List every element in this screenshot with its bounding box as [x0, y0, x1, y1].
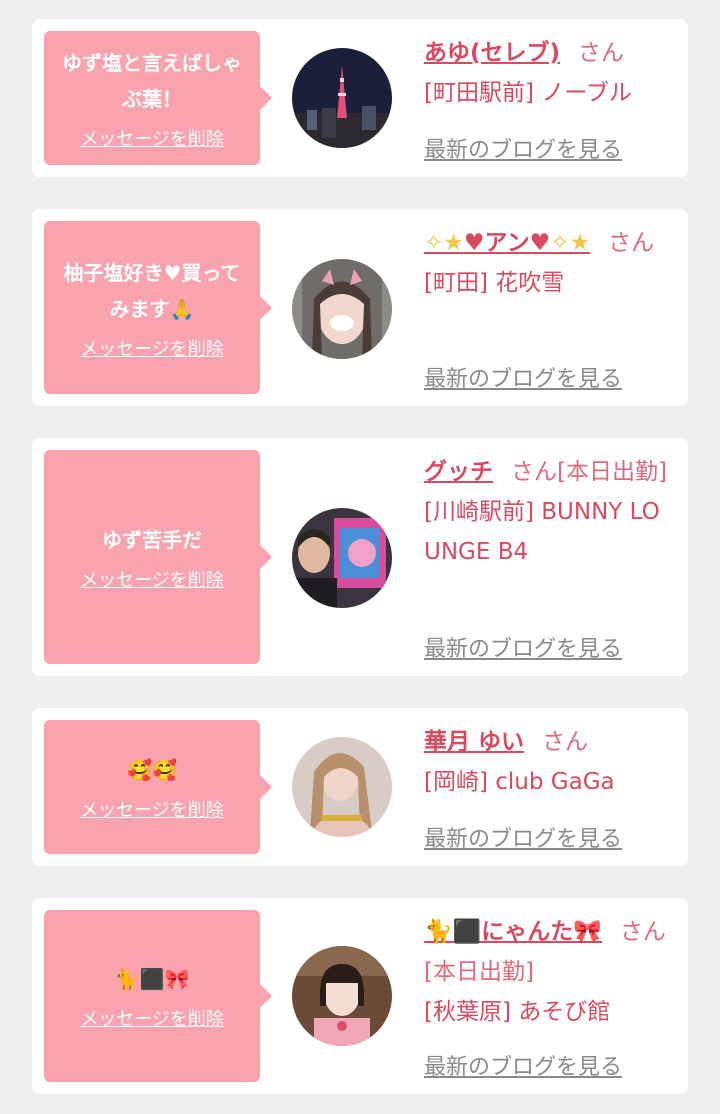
- sender-name-link[interactable]: グッチ: [424, 459, 493, 485]
- avatar[interactable]: [292, 259, 392, 359]
- latest-blog-link[interactable]: 最新のブログを見る: [424, 821, 622, 853]
- sender-name-link[interactable]: 華月 ゆい: [424, 729, 524, 755]
- message-text: ゆず塩と言えばしゃぶ葉！: [62, 51, 242, 111]
- delete-message-link[interactable]: メッセージを削除: [80, 1005, 224, 1031]
- shop-name: [町田] 花吹雪: [424, 270, 565, 296]
- message-bubble: 🐈⬛🎀 メッセージを削除: [44, 910, 272, 1082]
- message-card: 🥰🥰 メッセージを削除 華月 ゆい さん [岡崎] club GaGa 最新のブロ…: [32, 708, 688, 866]
- shop-name: [岡崎] club GaGa: [424, 769, 615, 795]
- shop-name: [川崎駅前] BUNNY LOUNGE B4: [424, 499, 660, 565]
- message-card: ゆず苦手だ メッセージを削除 グッチ さん[本日出勤] [川崎駅前] BUNNY …: [32, 438, 688, 676]
- honorific: さん[本日出勤]: [511, 459, 667, 485]
- message-text: ゆず苦手だ: [102, 528, 202, 552]
- sender-name-link[interactable]: あゆ(セレブ): [424, 40, 560, 66]
- message-bubble: ゆず苦手だ メッセージを削除: [44, 450, 272, 664]
- avatar[interactable]: [292, 508, 392, 608]
- sparkle-star-icon: ✧★: [550, 230, 591, 256]
- message-bubble: 🥰🥰 メッセージを削除: [44, 720, 272, 854]
- sender-info: 華月 ゆい さん [岡崎] club GaGa: [424, 722, 674, 802]
- sender-name-link[interactable]: 🐈⬛にゃんた🎀: [424, 919, 602, 945]
- message-bubble: 柚子塩好き♥買ってみます🙏 メッセージを削除: [44, 221, 272, 394]
- sender-info: ✧★♥アン♥✧★ さん [町田] 花吹雪: [424, 223, 674, 303]
- cat-icon: 🐈⬛: [424, 919, 482, 945]
- sender-info: 🐈⬛にゃんた🎀 さん[本日出勤] [秋葉原] あそび館: [424, 912, 674, 1032]
- honorific: さん: [578, 40, 625, 66]
- favorite-message-list: ゆず塩と言えばしゃぶ葉！ メッセージを削除 あゆ(セレブ) さん [町田駅前] ノ…: [0, 0, 720, 1114]
- sender-info: グッチ さん[本日出勤] [川崎駅前] BUNNY LOUNGE B4: [424, 452, 674, 572]
- avatar[interactable]: [292, 946, 392, 1046]
- delete-message-link[interactable]: メッセージを削除: [80, 335, 224, 361]
- message-card: ゆず塩と言えばしゃぶ葉！ メッセージを削除 あゆ(セレブ) さん [町田駅前] ノ…: [32, 19, 688, 177]
- honorific: さん: [542, 729, 589, 755]
- delete-message-link[interactable]: メッセージを削除: [80, 566, 224, 592]
- delete-message-link[interactable]: メッセージを削除: [80, 796, 224, 822]
- delete-message-link[interactable]: メッセージを削除: [80, 125, 224, 151]
- message-bubble: ゆず塩と言えばしゃぶ葉！ メッセージを削除: [44, 31, 272, 165]
- sender-name-link[interactable]: ✧★♥アン♥✧★: [424, 230, 590, 256]
- latest-blog-link[interactable]: 最新のブログを見る: [424, 132, 622, 164]
- sender-info: あゆ(セレブ) さん [町田駅前] ノーブル: [424, 33, 674, 113]
- message-text: 柚子塩好き♥買ってみます🙏: [63, 260, 241, 321]
- avatar[interactable]: [292, 48, 392, 148]
- avatar[interactable]: [292, 737, 392, 837]
- sparkle-star-icon: ✧★: [424, 230, 464, 256]
- sender-name-text: ♥アン♥: [463, 230, 551, 256]
- shop-name: [町田駅前] ノーブル: [424, 80, 632, 106]
- latest-blog-link[interactable]: 最新のブログを見る: [424, 1049, 622, 1081]
- shop-name: [秋葉原] あそび館: [424, 999, 611, 1025]
- latest-blog-link[interactable]: 最新のブログを見る: [424, 361, 622, 393]
- sender-name-text: にゃんた🎀: [481, 919, 602, 945]
- message-card: 🐈⬛🎀 メッセージを削除 🐈⬛にゃんた🎀 さん[本日出勤] [秋葉原] あそび館 …: [32, 898, 688, 1094]
- message-text: 🐈⬛🎀: [114, 967, 190, 991]
- message-card: 柚子塩好き♥買ってみます🙏 メッセージを削除 ✧★♥アン♥✧★ さん [町田] 花…: [32, 209, 688, 406]
- latest-blog-link[interactable]: 最新のブログを見る: [424, 631, 622, 663]
- honorific: さん: [608, 230, 655, 256]
- message-text: 🥰🥰: [127, 758, 177, 782]
